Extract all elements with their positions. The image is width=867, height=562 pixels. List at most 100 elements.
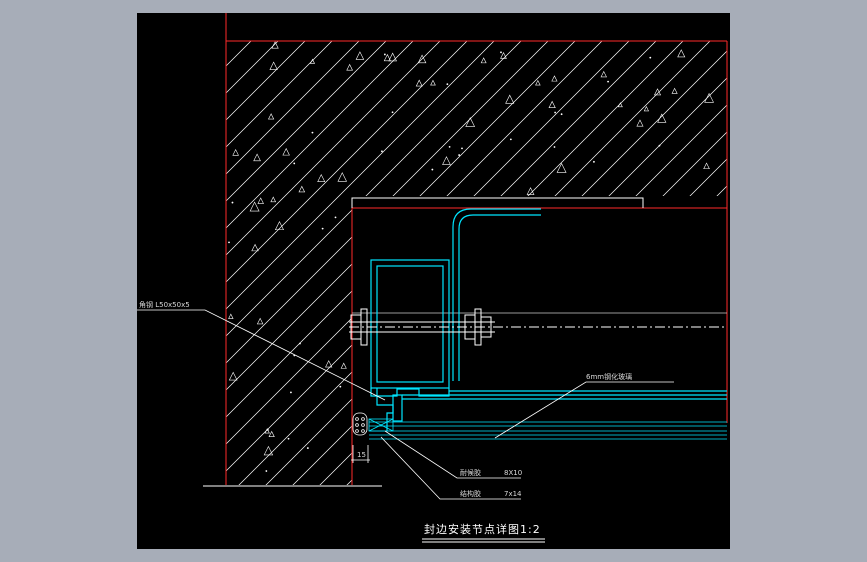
aggregate-dot <box>290 391 292 394</box>
hatch-line <box>581 41 727 485</box>
aggregate-triangle <box>340 362 347 369</box>
hatch-line <box>137 23 215 493</box>
hatch-line <box>446 41 727 485</box>
aggregate-dot <box>461 147 463 150</box>
hatch-line <box>419 41 727 485</box>
aggregate-triangle <box>282 147 290 156</box>
hatch-line <box>635 41 727 485</box>
aggregate-triangle <box>430 79 436 86</box>
hatch-line <box>257 41 727 485</box>
aggregate-triangle <box>270 196 277 203</box>
title-underline <box>422 538 545 543</box>
concrete-outline <box>225 13 728 485</box>
aggregate-dot <box>293 162 296 165</box>
dimension-label: 15 <box>357 451 366 459</box>
hatch-line <box>226 41 648 485</box>
aggregate-triangle <box>657 113 667 123</box>
aggregate-dot <box>554 111 557 114</box>
aggregate-dot <box>593 160 595 163</box>
hatch-line <box>226 41 459 485</box>
aggregate-triangle <box>298 185 306 193</box>
aggregate-triangle <box>355 51 365 60</box>
hatch-line <box>226 41 621 485</box>
hatch-line <box>226 41 351 485</box>
aggregate-triangle <box>704 92 714 103</box>
aggregate-dot <box>299 342 301 345</box>
hatch-line <box>226 41 540 485</box>
aggregate-triangle <box>636 119 644 127</box>
aggregate-triangle <box>600 70 607 78</box>
label-steel-angle: 角钢 L50x50x5 <box>139 300 190 309</box>
aggregate-dot <box>334 216 337 219</box>
aggregate-dot <box>431 168 434 171</box>
hatch-line <box>716 41 727 485</box>
aggregate-triangle <box>251 243 259 252</box>
aggregate-triangle <box>643 105 650 112</box>
hatch-line <box>473 41 727 485</box>
aggregate-triangle <box>253 153 261 162</box>
aggregate-triangle <box>317 173 326 182</box>
aggregate-triangle <box>480 57 487 64</box>
aggregate-dot <box>560 113 563 116</box>
aggregate-triangle <box>551 75 558 82</box>
aggregate-triangle <box>267 113 275 120</box>
aggregate-dot <box>446 83 449 86</box>
aggregate-dot <box>509 138 512 141</box>
aggregate-triangle <box>500 51 507 59</box>
aggregate-dot <box>228 241 230 244</box>
leader-lines <box>137 309 674 500</box>
hatch-line <box>230 41 702 485</box>
hatch-line <box>338 41 727 485</box>
aggregate-dot <box>607 80 609 83</box>
label-glass: 6mm钢化玻璃 <box>586 372 632 381</box>
aggregate-triangle <box>671 87 678 94</box>
aggregate-dot <box>658 144 661 147</box>
hatch-line <box>226 41 378 485</box>
glass-panes <box>369 421 727 440</box>
drawing-title: 封边安装节点详图1:2 <box>424 522 541 536</box>
aggregate-triangle <box>703 162 710 170</box>
aggregate-triangle <box>228 371 238 381</box>
aggregate-triangle <box>269 61 278 70</box>
aggregate-dot <box>381 150 383 153</box>
aggregate-triangle <box>346 63 353 71</box>
hatch-line <box>226 41 486 485</box>
hatch-line <box>226 41 675 485</box>
hatch-line <box>527 41 727 485</box>
steel-profile <box>370 208 727 431</box>
aggregate-triangle <box>263 445 274 456</box>
aggregate-triangle <box>548 100 556 108</box>
label-sealant-1: 耐候胶 <box>460 468 481 477</box>
aggregate-triangle <box>257 197 264 204</box>
aggregate-triangle <box>228 313 234 319</box>
aggregate-dot <box>265 470 268 472</box>
aggregate-triangle <box>653 88 662 96</box>
aggregate-dot <box>321 227 324 230</box>
cad-viewport[interactable]: 15 角钢 L50x50x5 6mm钢化玻璃 耐候胶 8X10 结构胶 7x14… <box>137 13 730 549</box>
node-detail-drawing: 15 角钢 L50x50x5 6mm钢化玻璃 耐候胶 8X10 结构胶 7x14… <box>137 13 728 543</box>
aggregate-triangle <box>535 79 541 86</box>
aggregate-triangle <box>268 430 275 437</box>
hatch-line <box>226 41 324 485</box>
aggregate-dot <box>458 154 461 156</box>
aggregate-dot <box>306 447 309 449</box>
aggregate-dot <box>231 201 234 204</box>
hatch-line <box>226 41 405 485</box>
aggregate-triangle <box>415 79 423 87</box>
label-sealant-2: 结构胶 <box>460 489 481 498</box>
aggregate-dot <box>383 53 386 56</box>
aggregate-dot <box>448 145 451 148</box>
aggregate-triangle <box>309 58 316 64</box>
aggregate-triangle <box>232 148 239 156</box>
hatch-line <box>392 41 727 485</box>
hatch-line <box>226 41 513 485</box>
aggregate-dot <box>339 385 342 388</box>
hatch-line <box>554 41 727 485</box>
aggregate-dot <box>553 146 556 148</box>
hatch-line <box>689 41 727 485</box>
hatch-line <box>137 23 161 493</box>
label-sealant-2-spec: 7x14 <box>504 490 522 498</box>
aggregate-triangle <box>677 49 686 58</box>
aggregate-dot <box>311 131 314 134</box>
aggregate-dot <box>391 111 394 114</box>
